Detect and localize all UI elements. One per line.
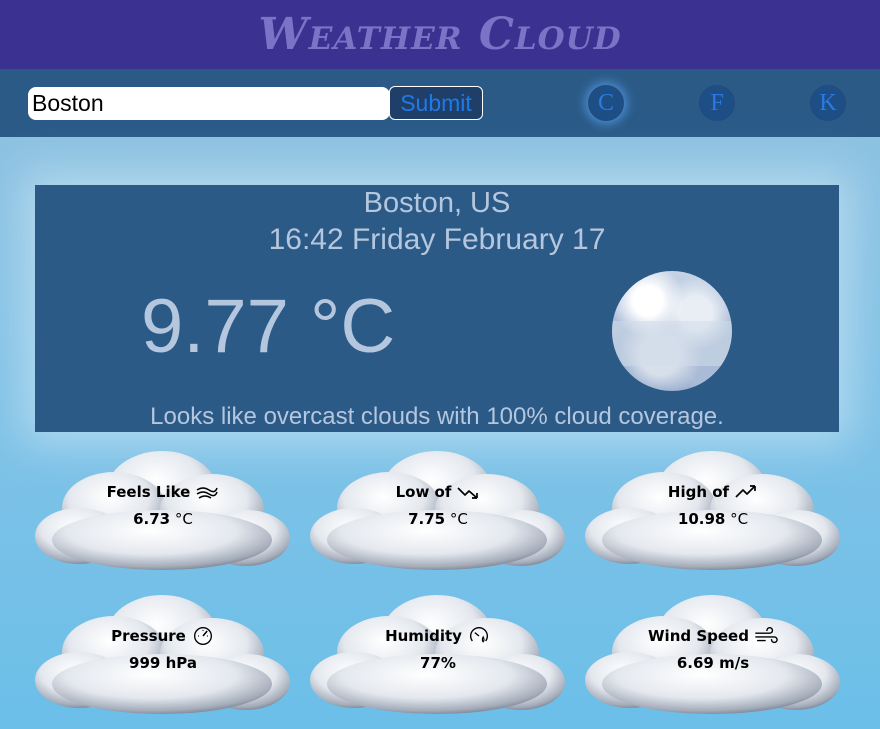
- stat-title: Feels Like: [106, 483, 191, 501]
- stat-unit: °C: [449, 510, 468, 528]
- stat-title: Wind Speed: [648, 627, 749, 645]
- weather-description: Looks like overcast clouds with 100% clo…: [150, 403, 724, 430]
- location-label: Boston, US: [363, 187, 511, 219]
- stat-card-feels-like: Feels Like 6.73 °C: [34, 448, 292, 573]
- stat-title: Low of: [395, 483, 452, 501]
- stat-card-low: Low of 7.75 °C: [309, 448, 567, 573]
- stat-card-pressure: Pressure 999 hPa: [34, 592, 292, 717]
- overcast-clouds-icon: [612, 271, 732, 391]
- brand-title: Weather Cloud: [258, 9, 622, 60]
- stat-title: High of: [667, 483, 730, 501]
- stat-value: 999 hPa: [129, 654, 197, 672]
- wind-icon: [755, 627, 778, 644]
- gauge-icon: [193, 627, 212, 645]
- feels-like-wind-icon: [196, 487, 219, 499]
- stat-title: Humidity: [385, 627, 462, 645]
- app-header: Weather Cloud: [0, 0, 880, 69]
- stat-value: 6.69 m/s: [676, 654, 750, 672]
- stat-card-wind: Wind Speed 6.69 m/s: [584, 592, 842, 717]
- trend-up-icon: [735, 485, 756, 498]
- current-weather-panel: Boston, US 16:42 Friday February 17 9.77…: [35, 185, 839, 432]
- stat-value: 6.73: [133, 510, 171, 528]
- humidity-gauge-icon: [469, 627, 488, 643]
- stat-title: Pressure: [111, 627, 186, 645]
- search-toolbar: Submit C F K: [0, 69, 880, 137]
- submit-button[interactable]: Submit: [389, 86, 483, 120]
- stat-card-high: High of 10.98 °C: [584, 448, 842, 573]
- stat-unit: °C: [730, 510, 749, 528]
- stat-unit: °C: [174, 510, 193, 528]
- stat-value: 10.98: [677, 510, 726, 528]
- stat-value: 7.75: [408, 510, 446, 528]
- stat-value: 77%: [420, 654, 456, 672]
- unit-celsius-button[interactable]: C: [588, 85, 624, 121]
- unit-fahrenheit-button[interactable]: F: [699, 85, 735, 121]
- current-temperature: 9.77 °C: [141, 284, 396, 369]
- trend-down-icon: [457, 487, 479, 499]
- stat-card-humidity: Humidity 77%: [309, 592, 567, 717]
- city-search-input[interactable]: [28, 87, 390, 120]
- unit-kelvin-button[interactable]: K: [810, 85, 846, 121]
- datetime-label: 16:42 Friday February 17: [268, 223, 606, 256]
